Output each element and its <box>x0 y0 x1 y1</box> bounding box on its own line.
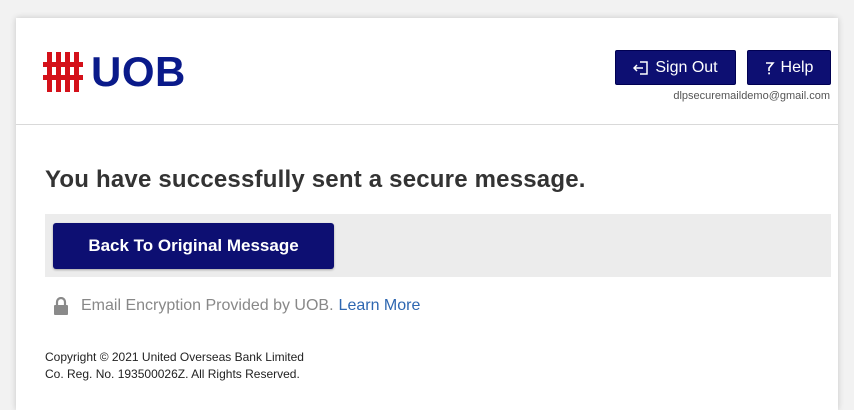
encryption-notice: Email Encryption Provided by UOB. Learn … <box>53 297 420 315</box>
copyright: Copyright © 2021 United Overseas Bank Li… <box>45 349 304 383</box>
help-label: Help <box>780 58 814 76</box>
main-card: UOB Sign Out Help dlpsecuremaildemo@gmai… <box>16 18 838 410</box>
encryption-text: Email Encryption Provided by UOB. <box>81 297 334 314</box>
header: UOB Sign Out Help dlpsecuremaildemo@gmai… <box>16 18 838 125</box>
lock-icon <box>54 297 68 315</box>
copyright-line-2: Co. Reg. No. 193500026Z. All Rights Rese… <box>45 367 300 381</box>
back-to-original-message-button[interactable]: Back To Original Message <box>53 223 334 269</box>
copyright-line-1: Copyright © 2021 United Overseas Bank Li… <box>45 350 304 364</box>
page-title: You have successfully sent a secure mess… <box>45 166 586 193</box>
sign-out-button[interactable]: Sign Out <box>615 50 736 85</box>
uob-logo: UOB <box>42 50 186 94</box>
uob-logo-mark-icon <box>43 52 83 92</box>
sign-out-label: Sign Out <box>655 58 718 76</box>
action-bar: Back To Original Message <box>45 214 831 277</box>
sign-out-icon <box>633 60 649 75</box>
user-email: dlpsecuremaildemo@gmail.com <box>673 90 830 102</box>
help-icon <box>765 61 775 74</box>
learn-more-link[interactable]: Learn More <box>339 297 421 315</box>
logo-text: UOB <box>91 48 186 95</box>
help-button[interactable]: Help <box>747 50 831 85</box>
